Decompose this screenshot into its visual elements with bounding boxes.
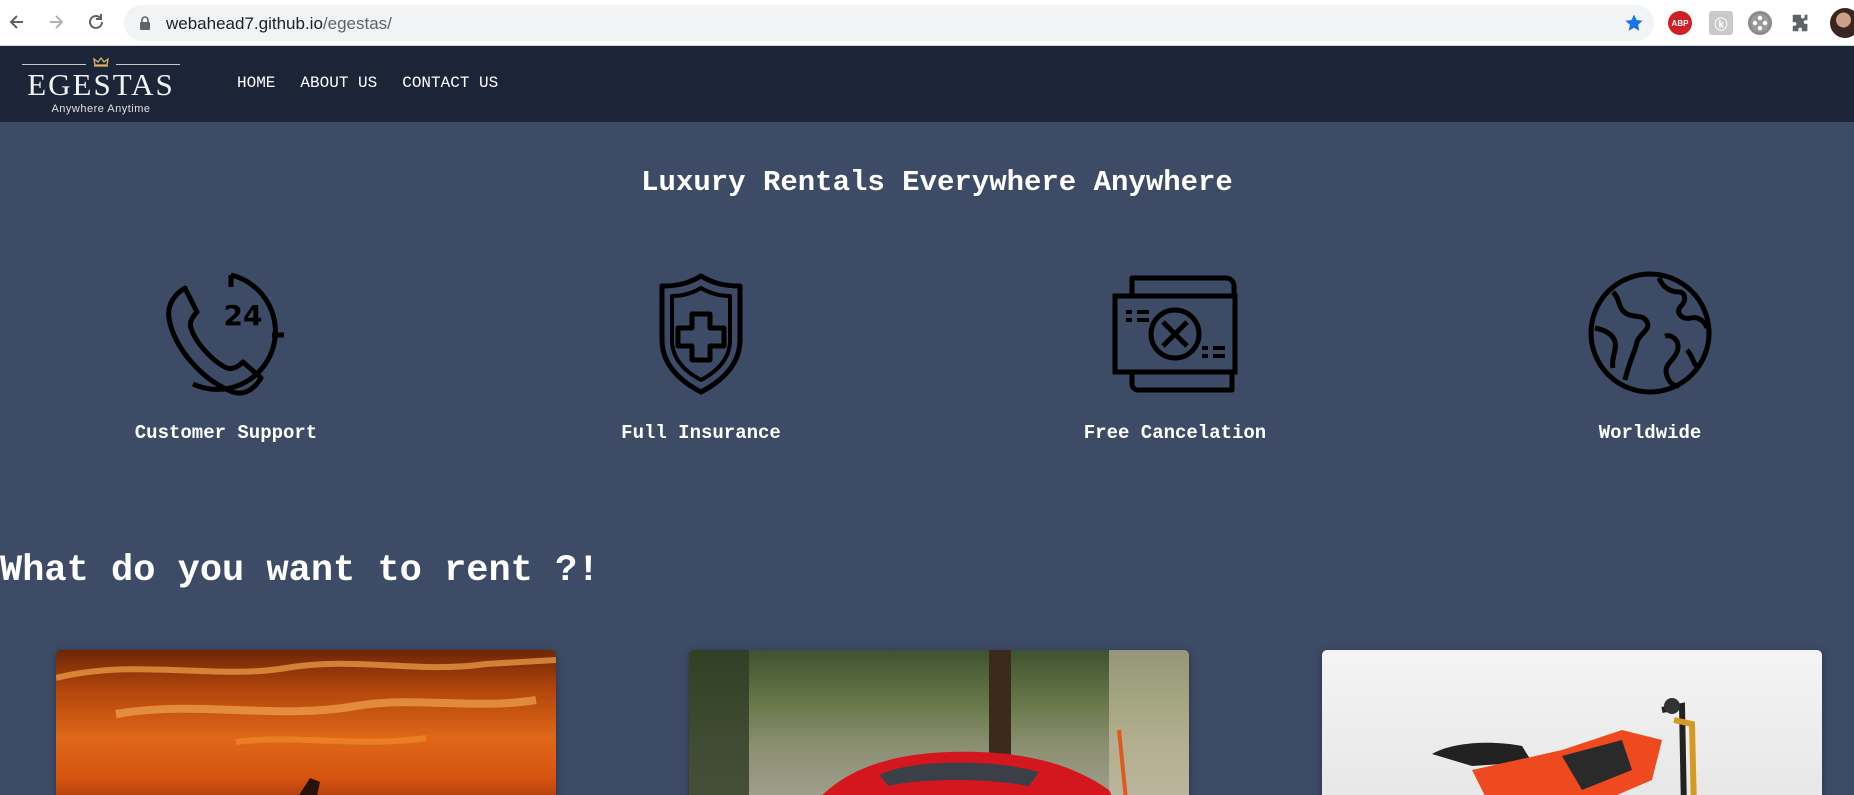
nav-about-us[interactable]: ABOUT US — [300, 74, 377, 92]
address-bar[interactable]: webahead7.github.io/egestas/ — [124, 5, 1654, 41]
url-domain: webahead7.github.io — [166, 14, 323, 33]
logo-tagline: Anywhere Anytime — [51, 103, 151, 115]
globe-icon — [1588, 271, 1712, 395]
abp-label: ABP — [1671, 18, 1689, 28]
feature-customer-support: 24 Customer Support — [96, 270, 356, 444]
logo-rule-left — [22, 64, 86, 65]
extension-icon[interactable]: ⓚ — [1709, 11, 1733, 35]
phone-24-icon: 24 — [166, 272, 284, 396]
feature-label: Worldwide — [1598, 422, 1702, 444]
nav-contact-us[interactable]: CONTACT US — [402, 74, 498, 92]
rent-section-title: What do you want to rent ?! — [0, 550, 600, 592]
orange-motorcycle-image — [1322, 650, 1822, 795]
logo-wordmark: EGESTAS — [27, 67, 175, 102]
rent-card-jet-ski[interactable] — [56, 650, 556, 795]
arrow-right-icon — [50, 15, 64, 29]
profile-avatar[interactable] — [1830, 8, 1854, 38]
sunset-jet-ski-image — [56, 650, 556, 795]
forward-button[interactable] — [43, 9, 69, 35]
logo-rule-right — [116, 64, 180, 65]
browser-toolbar: webahead7.github.io/egestas/ ABP ⓚ — [0, 0, 1854, 46]
arrow-left-icon — [9, 15, 23, 29]
cancel-document-icon — [1112, 275, 1238, 393]
film-reel-icon[interactable] — [1748, 11, 1772, 35]
phone-24-label: 24 — [224, 299, 263, 332]
red-sports-car-image — [689, 650, 1189, 795]
feature-label: Customer Support — [134, 422, 318, 444]
site-header: EGESTAS Anywhere Anytime HOME ABOUT US C… — [0, 46, 1854, 122]
shield-cross-icon — [659, 273, 743, 395]
crown-icon — [93, 57, 109, 67]
hero-title: Luxury Rentals Everywhere Anywhere — [641, 166, 1233, 199]
puzzle-icon[interactable] — [1789, 11, 1813, 35]
rent-card-car[interactable] — [689, 650, 1189, 795]
nav-home[interactable]: HOME — [237, 74, 275, 92]
feature-label: Free Cancelation — [1083, 422, 1267, 444]
reload-button[interactable] — [83, 9, 109, 35]
url-text: webahead7.github.io/egestas/ — [166, 14, 392, 34]
adblock-plus-icon[interactable]: ABP — [1668, 11, 1692, 35]
feature-label: Full Insurance — [621, 422, 781, 444]
feature-full-insurance: Full Insurance — [571, 270, 831, 444]
feature-free-cancelation: Free Cancelation — [1045, 270, 1305, 444]
url-path: /egestas/ — [322, 14, 392, 33]
reload-icon — [89, 14, 103, 29]
bookmark-star-icon[interactable] — [1624, 13, 1644, 33]
rent-card-motorcycle[interactable] — [1322, 650, 1822, 795]
back-button[interactable] — [4, 9, 30, 35]
main-nav: HOME ABOUT US CONTACT US — [237, 74, 498, 92]
lock-icon — [140, 16, 150, 30]
logo[interactable]: EGESTAS Anywhere Anytime — [22, 53, 180, 117]
feature-worldwide: Worldwide — [1520, 270, 1780, 444]
